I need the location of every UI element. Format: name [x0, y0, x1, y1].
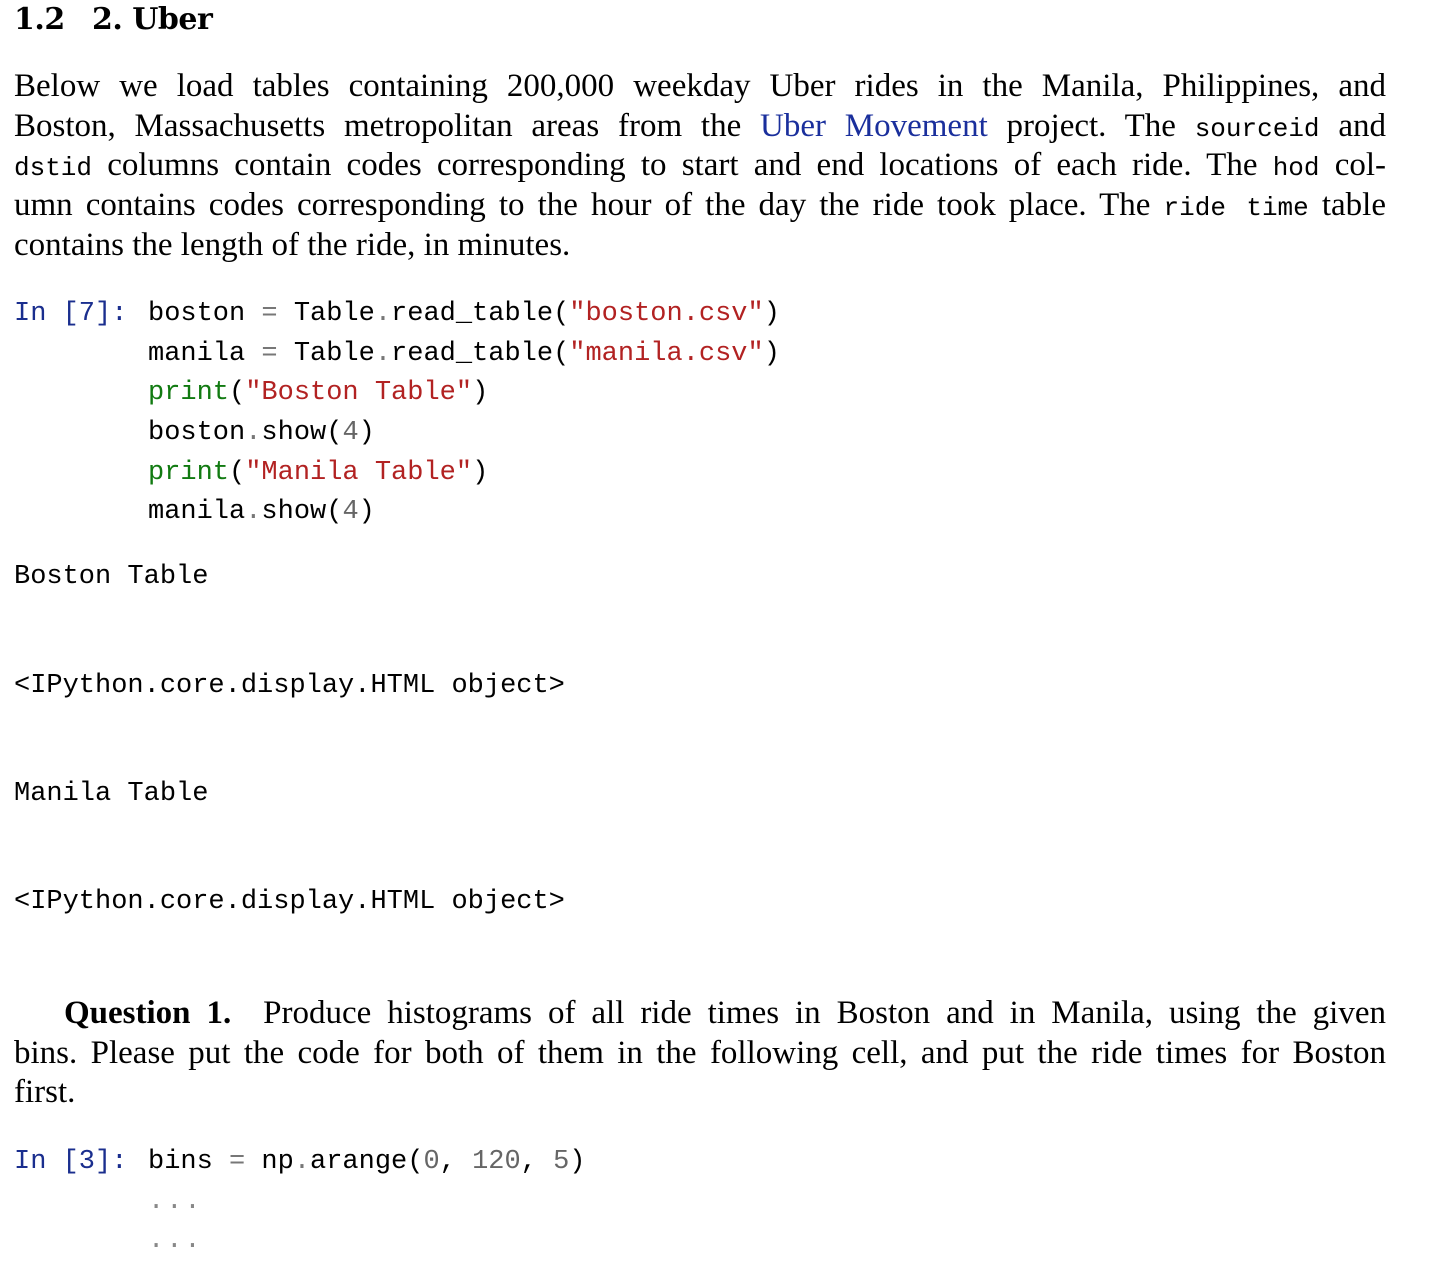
code-line: print("Boston Table"): [14, 374, 780, 414]
code-cell-3[interactable]: In [3]: bins = np.arange(0, 120, 5)......: [14, 1143, 585, 1262]
code-line: ...: [14, 1222, 585, 1262]
operator: =: [229, 1147, 246, 1177]
paragraph-line: first.: [14, 1073, 1386, 1113]
paragraph-text: umn contains codes corresponding to the …: [14, 187, 1164, 224]
paragraph-line: umn contains codes corresponding to the …: [14, 186, 1386, 226]
paragraph-text: columns contain codes corresponding to s…: [92, 147, 1273, 184]
operator: .: [374, 299, 392, 329]
ellipsis-placeholder: ...: [148, 1226, 203, 1257]
paragraph-line: bins. Please put the code for both of th…: [14, 1034, 1386, 1074]
code-token: show(: [261, 418, 343, 449]
code-line: In [7]: boston = Table.read_table("boston…: [14, 295, 780, 335]
section-heading: 1.2 2. Uber: [14, 2, 213, 37]
code-token: ): [763, 299, 780, 329]
paragraph-text: col-: [1319, 147, 1386, 184]
operator: .: [245, 418, 262, 449]
code-token: Table: [277, 338, 375, 369]
inline-code: sourceid: [1194, 113, 1320, 144]
number-literal: 4: [342, 497, 359, 528]
code-token: ): [569, 1147, 586, 1177]
ellipsis-placeholder: ...: [148, 1186, 203, 1217]
paragraph-text: contains the length of the ride, in minu…: [14, 226, 571, 263]
operator: .: [374, 338, 392, 369]
code-token: ): [358, 497, 375, 528]
code-token: boston: [148, 418, 246, 449]
number-literal: 5: [553, 1147, 570, 1177]
code-token: (: [229, 457, 246, 488]
code-token: manila: [148, 338, 262, 369]
code-token: read_table(: [391, 299, 570, 329]
code-token: boston: [148, 299, 262, 329]
code-token: ,: [439, 1147, 473, 1177]
operator: =: [261, 299, 278, 329]
operator: =: [261, 338, 278, 369]
string-literal: "manila.csv": [569, 338, 764, 369]
code-line: ...: [14, 1183, 585, 1223]
paragraph-text: and: [1319, 107, 1386, 144]
question-1-paragraph: Question 1. Produce histograms of all ri…: [14, 994, 1386, 1113]
paragraph-line: dstid columns contain codes correspondin…: [14, 146, 1386, 186]
code-token: ,: [520, 1147, 554, 1177]
paragraph-line: Question 1. Produce histograms of all ri…: [14, 994, 1386, 1034]
inline-code: ride time: [1163, 193, 1309, 224]
code-line: boston.show(4): [14, 414, 780, 454]
number-literal: 0: [423, 1147, 440, 1177]
output-manila-label: Manila Table: [14, 779, 209, 809]
question-label: Question 1.: [64, 995, 232, 1031]
code-token: arange(: [310, 1147, 424, 1177]
code-token: show(: [261, 497, 343, 528]
inline-code: dstid: [14, 153, 93, 184]
code-token: bins: [148, 1147, 230, 1177]
code-token: read_table(: [391, 338, 570, 369]
code-token: np: [245, 1147, 294, 1177]
output-manila-object: <IPython.core.display.HTML object>: [14, 887, 565, 917]
question-text: first.: [14, 1074, 76, 1111]
question-text: bins. Please put the code for both of th…: [14, 1034, 1386, 1071]
code-line: manila = Table.read_table("manila.csv"): [14, 335, 780, 375]
inline-code: hod: [1272, 153, 1320, 184]
input-prompt: In [7]:: [14, 299, 128, 329]
operator: .: [245, 497, 262, 528]
string-literal: "Boston Table": [245, 378, 473, 409]
code-token: ): [358, 418, 375, 449]
paragraph-line: Below we load tables containing 200,000 …: [14, 67, 1386, 107]
number-literal: 4: [342, 418, 359, 449]
code-line: In [3]: bins = np.arange(0, 120, 5): [14, 1143, 585, 1183]
output-boston-object: <IPython.core.display.HTML object>: [14, 671, 565, 701]
paragraph-text: Below we load tables containing 200,000 …: [14, 68, 1386, 104]
paragraph-text: project. The: [987, 107, 1195, 144]
code-token: (: [229, 378, 246, 409]
intro-paragraph: Below we load tables containing 200,000 …: [14, 67, 1386, 265]
code-token: ): [763, 338, 780, 369]
operator: .: [293, 1147, 311, 1177]
paragraph-line: Boston, Massachusetts metropolitan areas…: [14, 107, 1386, 147]
paragraph-text: table: [1308, 187, 1386, 224]
code-token: Table: [277, 299, 375, 329]
section-title: 2. Uber: [92, 2, 213, 37]
input-prompt: In [3]:: [14, 1147, 128, 1177]
output-boston-label: Boston Table: [14, 562, 209, 592]
string-literal: "Manila Table": [245, 457, 473, 488]
builtin-keyword: print: [148, 457, 230, 488]
code-cell-7[interactable]: In [7]: boston = Table.read_table("boston…: [14, 295, 780, 533]
section-number: 1.2: [14, 2, 65, 37]
code-line: manila.show(4): [14, 493, 780, 533]
code-token: ): [472, 378, 489, 409]
paragraph-text: Boston, Massachusetts metropolitan areas…: [14, 107, 761, 144]
uber-movement-link[interactable]: Uber Movement: [760, 108, 988, 144]
builtin-keyword: print: [148, 378, 230, 409]
question-text: Produce histograms of all ride times in …: [263, 995, 1386, 1031]
number-literal: 120: [472, 1147, 521, 1177]
string-literal: "boston.csv": [569, 299, 764, 329]
code-token: ): [472, 457, 489, 488]
paragraph-line: contains the length of the ride, in minu…: [14, 226, 1386, 266]
code-line: print("Manila Table"): [14, 454, 780, 494]
code-token: manila: [148, 497, 246, 528]
